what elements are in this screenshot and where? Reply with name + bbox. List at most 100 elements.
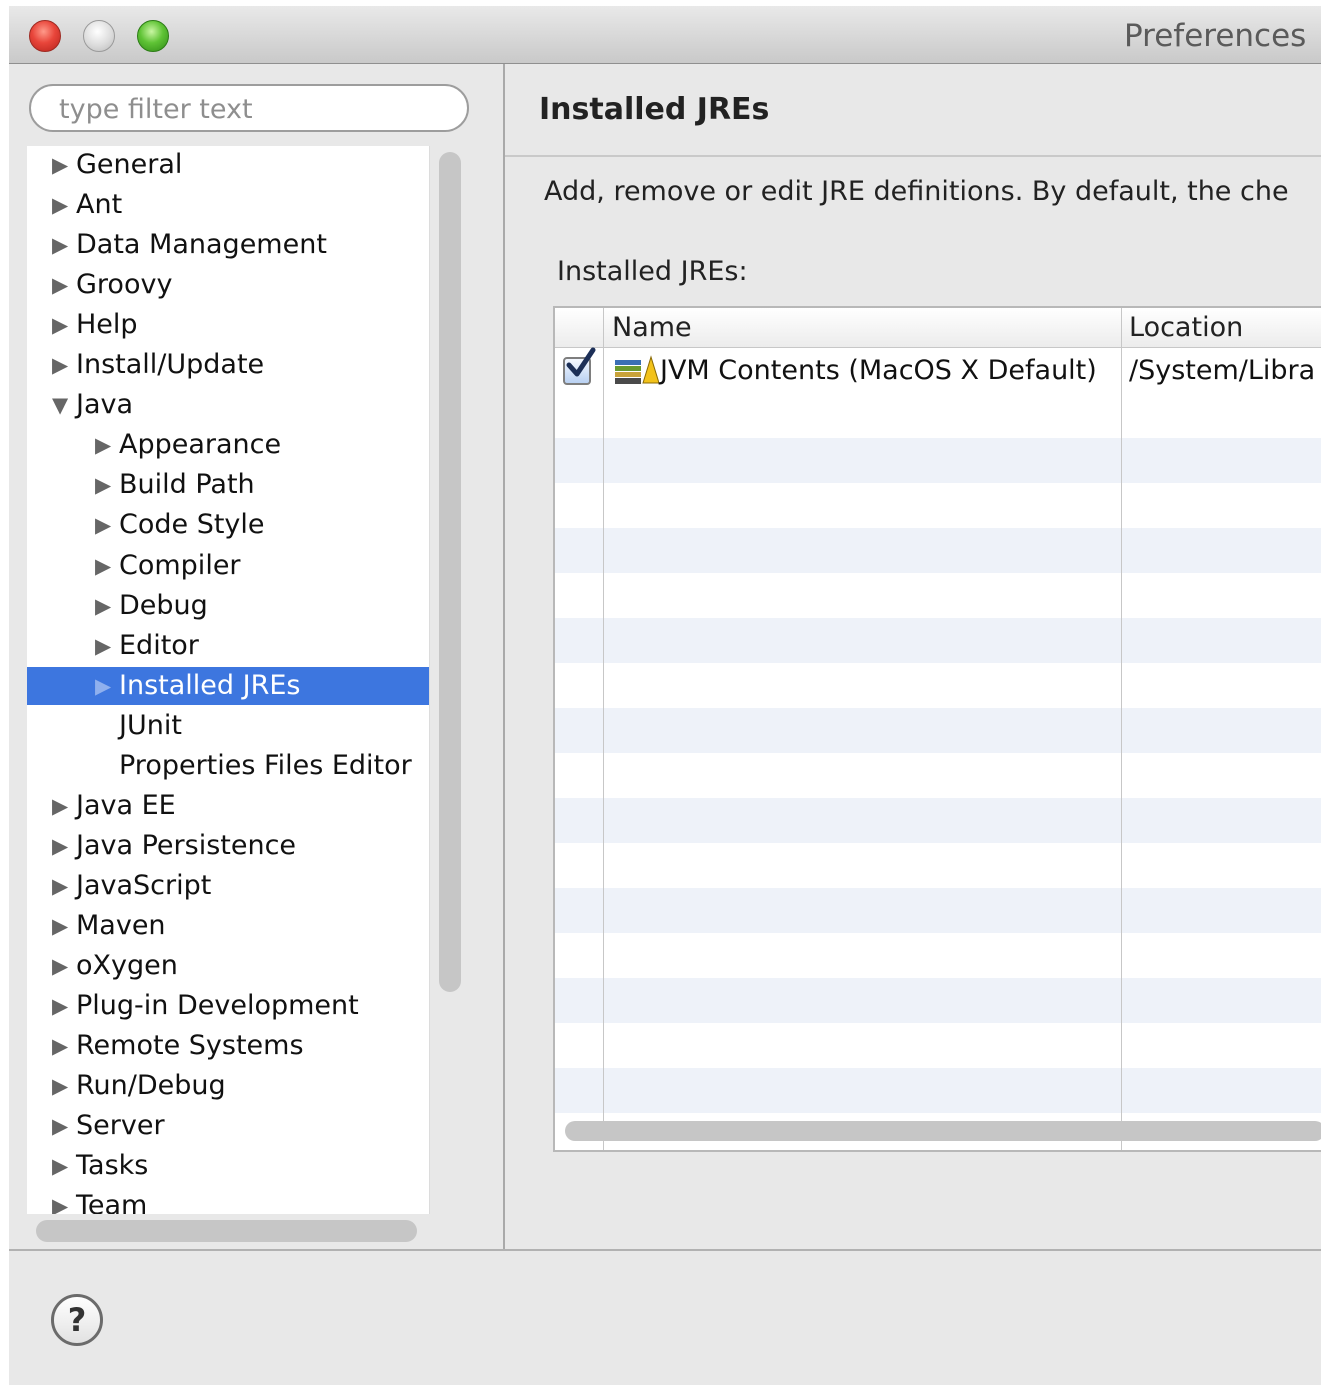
help-icon[interactable]: ? (51, 1294, 103, 1346)
tree-item[interactable]: ▶ Help (27, 306, 429, 344)
tree-item[interactable]: ▶ Code Style (27, 506, 429, 544)
collapsed-arrow-icon[interactable]: ▶ (52, 1067, 74, 1105)
tree-item[interactable]: ▶ Ant (27, 186, 429, 224)
tree-item[interactable]: ▶ Team (27, 1187, 429, 1214)
jre-name-cell: JVM Contents (MacOS X Default) (660, 355, 1097, 386)
tree-item-label: Server (76, 1110, 165, 1141)
tree-item-label: JUnit (119, 710, 182, 741)
tree-vertical-scrollbar[interactable] (439, 152, 461, 992)
installed-jres-page: Installed JREs Add, remove or edit JRE d… (505, 64, 1321, 1249)
tree-item[interactable]: ▶ Java Persistence (27, 827, 429, 865)
preferences-window: Preferences type filter text ▶ General ▶ An… (9, 6, 1321, 1385)
default-jre-checkbox[interactable] (563, 347, 596, 385)
tree-item-label: Java Persistence (76, 830, 297, 861)
tree-item-label: Help (76, 309, 138, 340)
tree-item[interactable]: ▼ Java (27, 386, 429, 424)
preferences-navigation-pane: type filter text ▶ General ▶ Ant ▶ Data Manag… (9, 64, 503, 1249)
table-horizontal-scrollbar[interactable] (565, 1121, 1321, 1141)
tree-item[interactable]: ▶ Compiler (27, 547, 429, 585)
tree-item[interactable]: ▶ Data Management (27, 226, 429, 264)
zoom-window-button[interactable] (137, 20, 169, 52)
tree-item[interactable]: Properties Files Editor (27, 747, 429, 785)
collapsed-arrow-icon[interactable]: ▶ (52, 1147, 74, 1185)
collapsed-arrow-icon[interactable]: ▶ (52, 146, 74, 184)
tree-item-label: Build Path (119, 469, 255, 500)
tree-item-label: Ant (76, 189, 123, 220)
title-bar: Preferences (9, 6, 1321, 64)
tree-item-label: Maven (76, 910, 166, 941)
collapsed-arrow-icon[interactable]: ▶ (52, 1027, 74, 1065)
table-row-empty (555, 888, 1321, 933)
collapsed-arrow-icon[interactable]: ▶ (52, 987, 74, 1025)
tree-item-label: Code Style (119, 509, 265, 540)
tree-item-label: Properties Files Editor (119, 750, 412, 781)
collapsed-arrow-icon[interactable]: ▶ (95, 506, 117, 544)
collapsed-arrow-icon[interactable]: ▶ (95, 547, 117, 585)
table-row-empty (555, 1068, 1321, 1113)
tree-item[interactable]: ▶ Run/Debug (27, 1067, 429, 1105)
collapsed-arrow-icon[interactable]: ▶ (52, 907, 74, 945)
tree-item[interactable]: ▶ Build Path (27, 466, 429, 504)
tree-item-label: Installed JREs (119, 670, 301, 701)
tree-item[interactable]: ▶ Plug-in Development (27, 987, 429, 1025)
tree-item[interactable]: ▶ Debug (27, 587, 429, 625)
tree-item-label: Data Management (76, 229, 327, 260)
collapsed-arrow-icon[interactable]: ▶ (95, 587, 117, 625)
minimize-window-button[interactable] (83, 20, 115, 52)
tree-item[interactable]: ▶ Groovy (27, 266, 429, 304)
tree-item-label: Java EE (76, 790, 176, 821)
tree-item-label: Appearance (119, 429, 282, 460)
collapsed-arrow-icon[interactable]: ▶ (52, 226, 74, 264)
collapsed-arrow-icon[interactable]: ▶ (52, 306, 74, 344)
filter-input[interactable]: type filter text (29, 84, 469, 132)
tree-item[interactable]: ▶ Java EE (27, 787, 429, 825)
collapsed-arrow-icon[interactable]: ▶ (52, 346, 74, 384)
tree-item[interactable]: ▶ Editor (27, 627, 429, 665)
collapsed-arrow-icon[interactable]: ▶ (95, 667, 117, 705)
collapsed-arrow-icon[interactable]: ▶ (52, 186, 74, 224)
tree-item[interactable]: ▶ Remote Systems (27, 1027, 429, 1065)
tree-item[interactable]: ▶ JavaScript (27, 867, 429, 905)
table-header: Name Location (555, 308, 1321, 348)
close-window-button[interactable] (29, 20, 61, 52)
tree-item[interactable]: ▶ Maven (27, 907, 429, 945)
table-row-empty (555, 438, 1321, 483)
collapsed-arrow-icon[interactable]: ▶ (52, 1107, 74, 1145)
collapsed-arrow-icon[interactable]: ▶ (52, 947, 74, 985)
tree-item-label: Tasks (76, 1150, 149, 1181)
collapsed-arrow-icon[interactable]: ▶ (52, 787, 74, 825)
column-header-location[interactable]: Location (1129, 308, 1243, 348)
column-divider (603, 308, 604, 1150)
tree-item-label: Run/Debug (76, 1070, 226, 1101)
title-divider (505, 155, 1321, 157)
tree-item[interactable]: ▶ Appearance (27, 426, 429, 464)
tree-item-label: JavaScript (76, 870, 212, 901)
tree-item-label: General (76, 149, 183, 180)
collapsed-arrow-icon[interactable]: ▶ (95, 466, 117, 504)
tree-item[interactable]: ▶ Tasks (27, 1147, 429, 1185)
tree-item[interactable]: ▶ oXygen (27, 947, 429, 985)
collapsed-arrow-icon[interactable]: ▶ (95, 627, 117, 665)
collapsed-arrow-icon[interactable]: ▶ (95, 426, 117, 464)
installed-jres-table: Name Location JVM Contents (MacOS X Defa… (553, 306, 1321, 1152)
table-row-empty (555, 528, 1321, 573)
tree-item[interactable]: ▶ General (27, 146, 429, 184)
collapsed-arrow-icon[interactable]: ▶ (52, 867, 74, 905)
collapsed-arrow-icon[interactable]: ▶ (52, 266, 74, 304)
tree-item[interactable]: ▶ Server (27, 1107, 429, 1145)
tree-item-label: Compiler (119, 550, 241, 581)
tree-item[interactable]: JUnit (27, 707, 429, 745)
tree-horizontal-scrollbar[interactable] (36, 1220, 417, 1242)
tree-item[interactable]: ▶ Install/Update (27, 346, 429, 384)
column-header-name[interactable]: Name (612, 308, 692, 348)
page-description: Add, remove or edit JRE definitions. By … (544, 176, 1289, 207)
tree-item[interactable]: ▶ Installed JREs (27, 667, 429, 705)
table-row-empty (555, 798, 1321, 843)
collapsed-arrow-icon[interactable]: ▶ (52, 1187, 74, 1214)
tree-item-label: Team (76, 1190, 148, 1214)
table-row[interactable]: JVM Contents (MacOS X Default) /System/L… (555, 347, 1321, 393)
collapsed-arrow-icon[interactable]: ▶ (52, 827, 74, 865)
expanded-arrow-icon[interactable]: ▼ (52, 386, 74, 424)
column-divider[interactable] (1121, 308, 1122, 1150)
jre-library-icon (615, 355, 660, 385)
